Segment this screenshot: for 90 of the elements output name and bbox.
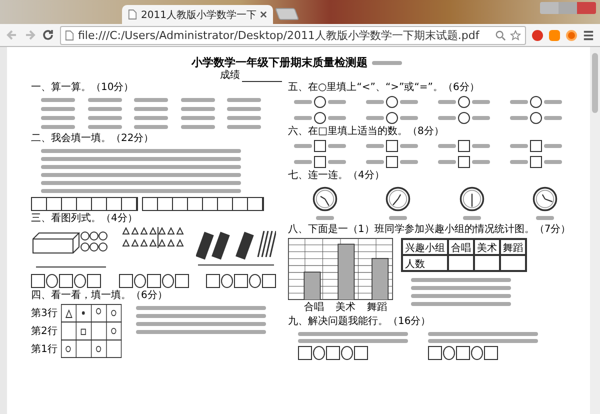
table-cell: 舞蹈	[500, 239, 526, 255]
row-label: 第2行	[31, 325, 58, 338]
blurred-text	[41, 107, 75, 111]
document-title: 小学数学一年级下册期末质量检测题	[192, 55, 368, 70]
clock-icon	[458, 186, 485, 212]
operator-circle[interactable]	[341, 346, 353, 360]
section-heading: 九、解决问题我能行。（16分）	[288, 316, 432, 328]
blurred-text	[227, 107, 262, 111]
reload-icon[interactable]	[42, 29, 54, 41]
section-heading: 八、下面是一（1）班同学参加兴趣小组的情况统计图。（7分）	[288, 224, 572, 236]
axis-label: 美术	[335, 300, 356, 314]
blurred-text	[180, 125, 215, 129]
section-heading: 二、我会填一填。（22分）	[31, 133, 155, 145]
blurred-text	[88, 107, 122, 111]
answer-box[interactable]	[59, 274, 73, 288]
table-cell: 合唱	[448, 239, 474, 255]
row-label: 第3行	[31, 307, 58, 320]
answer-box[interactable]	[262, 274, 276, 288]
blurred-text	[41, 98, 75, 102]
section-heading: 七、连一连。（4分）	[288, 170, 386, 182]
answer-box[interactable]	[456, 346, 470, 360]
answer-box[interactable]	[146, 274, 160, 288]
operator-circle[interactable]	[471, 346, 483, 360]
operator-circle[interactable]	[443, 346, 455, 360]
row-label: 第1行	[31, 343, 58, 356]
section-heading: 三、看图列式。（4分）	[31, 213, 138, 225]
operator-circle[interactable]	[74, 274, 86, 288]
blurred-text	[41, 116, 75, 120]
blurred-text	[180, 107, 215, 111]
page-icon	[65, 30, 74, 40]
operator-circle[interactable]	[162, 274, 174, 288]
close-icon[interactable]	[260, 11, 268, 18]
answer-box[interactable]	[354, 346, 368, 360]
table-cell: 美术	[474, 239, 500, 255]
answer-box[interactable]	[428, 346, 442, 360]
extension-icon[interactable]	[566, 30, 577, 40]
section-heading: 一、算一算。（10分）	[31, 82, 135, 94]
blurred-text	[389, 216, 408, 220]
blurred-text	[41, 125, 75, 129]
blurred-text	[134, 98, 168, 102]
browser-tab[interactable]: 2011人教版小学数学一下	[122, 5, 274, 24]
answer-box[interactable]	[484, 346, 498, 360]
axis-label: 舞蹈	[367, 300, 388, 314]
shapes-grid-drawing	[61, 304, 122, 358]
blurred-text	[134, 125, 168, 129]
clock-icon	[385, 186, 412, 212]
blurred-text	[180, 98, 215, 102]
search-icon[interactable]	[495, 30, 506, 40]
blurred-text	[134, 116, 168, 120]
blurred-text	[88, 116, 122, 120]
operator-circle[interactable]	[313, 346, 325, 360]
blurred-text	[180, 116, 215, 120]
blurred-text	[316, 216, 334, 220]
scrollbar[interactable]	[590, 47, 600, 414]
table-cell: 兴趣小组	[402, 239, 448, 255]
blurred-text	[536, 216, 554, 220]
blurred-text	[462, 216, 481, 220]
answer-box[interactable]	[87, 274, 101, 288]
blurred-text	[134, 107, 168, 111]
address-bar[interactable]: file:///C:/Users/Administrator/Desktop/2011人教版小学数学一下期末试题.pdf	[60, 26, 526, 44]
menu-icon[interactable]	[583, 30, 594, 40]
blurred-text	[227, 98, 262, 102]
answer-box[interactable]	[234, 274, 248, 288]
new-tab-button[interactable]	[275, 8, 300, 20]
answer-box[interactable]	[31, 274, 45, 288]
axis-label: 合唱	[304, 301, 324, 314]
section-heading: 五、在○里填上“<”、“>”或“=”。（6分）	[288, 82, 480, 94]
blurred-text	[227, 116, 262, 120]
blurred-text	[227, 125, 262, 129]
operator-circle[interactable]	[221, 274, 233, 288]
blurred-text	[88, 125, 122, 129]
operator-circle[interactable]	[249, 274, 261, 288]
answer-box[interactable]	[118, 274, 132, 288]
section-heading: 四、看一看，填一填。（6分）	[31, 290, 168, 302]
score-label: 成绩	[220, 68, 240, 82]
blurred-text	[88, 98, 122, 102]
operator-circle[interactable]	[134, 274, 146, 288]
answer-box[interactable]	[206, 274, 220, 288]
table-cell: 人数	[402, 255, 448, 271]
answer-box[interactable]	[174, 274, 188, 288]
answer-box[interactable]	[326, 346, 340, 360]
clock-icon	[532, 186, 558, 212]
section-heading: 六、在□里填上适当的数。（8分）	[288, 126, 445, 138]
extension-icon[interactable]	[532, 30, 543, 40]
clock-icon	[312, 186, 338, 212]
blurred-text	[372, 60, 402, 64]
answer-box[interactable]	[298, 346, 312, 360]
page-icon	[128, 9, 137, 20]
operator-circle[interactable]	[46, 274, 58, 288]
star-icon[interactable]	[510, 30, 521, 40]
